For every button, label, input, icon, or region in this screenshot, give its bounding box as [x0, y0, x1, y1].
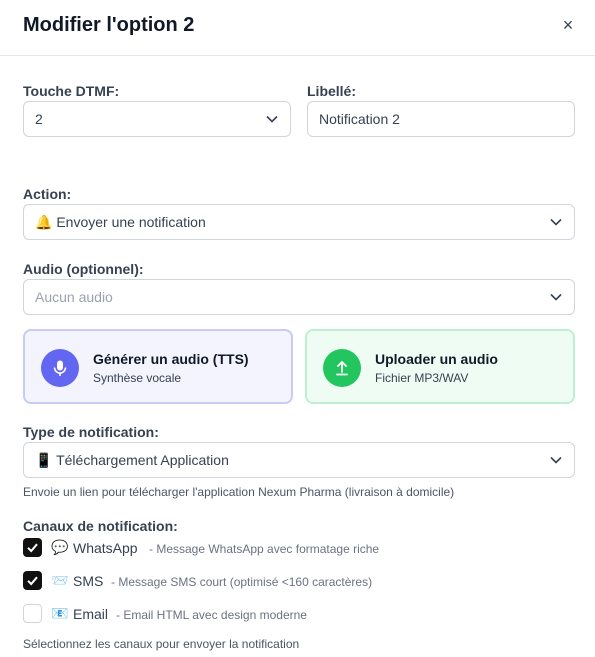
- audio-placeholder: Aucun audio: [35, 289, 113, 305]
- libelle-value: Notification 2: [319, 111, 400, 127]
- notification-type-help: Envoie un lien pour télécharger l'applic…: [23, 485, 455, 499]
- email-icon: 📧: [51, 605, 69, 621]
- sms-description: - Message SMS court (optimisé <160 carac…: [111, 575, 373, 589]
- speech-bubble-icon: 💬: [51, 539, 69, 555]
- close-icon[interactable]: ×: [558, 14, 578, 36]
- dtmf-value: 2: [35, 111, 43, 127]
- sms-label: SMS: [73, 573, 104, 589]
- action-label: Action:: [23, 186, 72, 202]
- chevron-down-icon: [550, 455, 562, 465]
- modal-title: Modifier l'option 2: [23, 14, 195, 36]
- audio-label: Audio (optionnel):: [23, 261, 144, 277]
- email-label: Email: [73, 606, 109, 622]
- modal-header: Modifier l'option 2 ×: [0, 0, 595, 56]
- whatsapp-label: WhatsApp: [73, 540, 138, 556]
- email-checkbox[interactable]: [23, 604, 42, 623]
- action-select[interactable]: 🔔 Envoyer une notification: [23, 204, 575, 240]
- chevron-down-icon: [550, 217, 562, 227]
- tts-subtitle: Synthèse vocale: [93, 371, 182, 385]
- libelle-input[interactable]: Notification 2: [307, 101, 575, 137]
- upload-title: Uploader un audio: [375, 351, 498, 367]
- bell-icon: 🔔: [35, 214, 53, 230]
- sms-checkbox[interactable]: [23, 571, 42, 590]
- action-value: Envoyer une notification: [56, 214, 206, 230]
- notification-type-select[interactable]: 📱 Téléchargement Application: [23, 442, 575, 478]
- generate-tts-card[interactable]: Générer un audio (TTS) Synthèse vocale: [23, 329, 293, 404]
- upload-arrow-icon: [323, 349, 361, 387]
- incoming-envelope-icon: 📨: [51, 572, 69, 588]
- email-description: - Email HTML avec design moderne: [116, 608, 307, 622]
- notification-type-label: Type de notification:: [23, 424, 159, 440]
- chevron-down-icon: [266, 114, 278, 124]
- whatsapp-checkbox[interactable]: [23, 538, 42, 557]
- upload-subtitle: Fichier MP3/WAV: [375, 371, 469, 385]
- microphone-icon: [41, 349, 79, 387]
- upload-audio-card[interactable]: Uploader un audio Fichier MP3/WAV: [305, 329, 575, 404]
- dtmf-label: Touche DTMF:: [23, 83, 120, 99]
- channels-label: Canaux de notification:: [23, 518, 178, 534]
- audio-select[interactable]: Aucun audio: [23, 279, 575, 315]
- whatsapp-description: - Message WhatsApp avec formatage riche: [149, 542, 380, 556]
- phone-icon: 📱: [35, 452, 53, 468]
- chevron-down-icon: [550, 292, 562, 302]
- tts-title: Générer un audio (TTS): [93, 351, 249, 367]
- notification-type-value: Téléchargement Application: [56, 452, 229, 468]
- channels-help: Sélectionnez les canaux pour envoyer la …: [23, 637, 300, 651]
- libelle-label: Libellé:: [307, 83, 357, 99]
- dtmf-select[interactable]: 2: [23, 101, 291, 137]
